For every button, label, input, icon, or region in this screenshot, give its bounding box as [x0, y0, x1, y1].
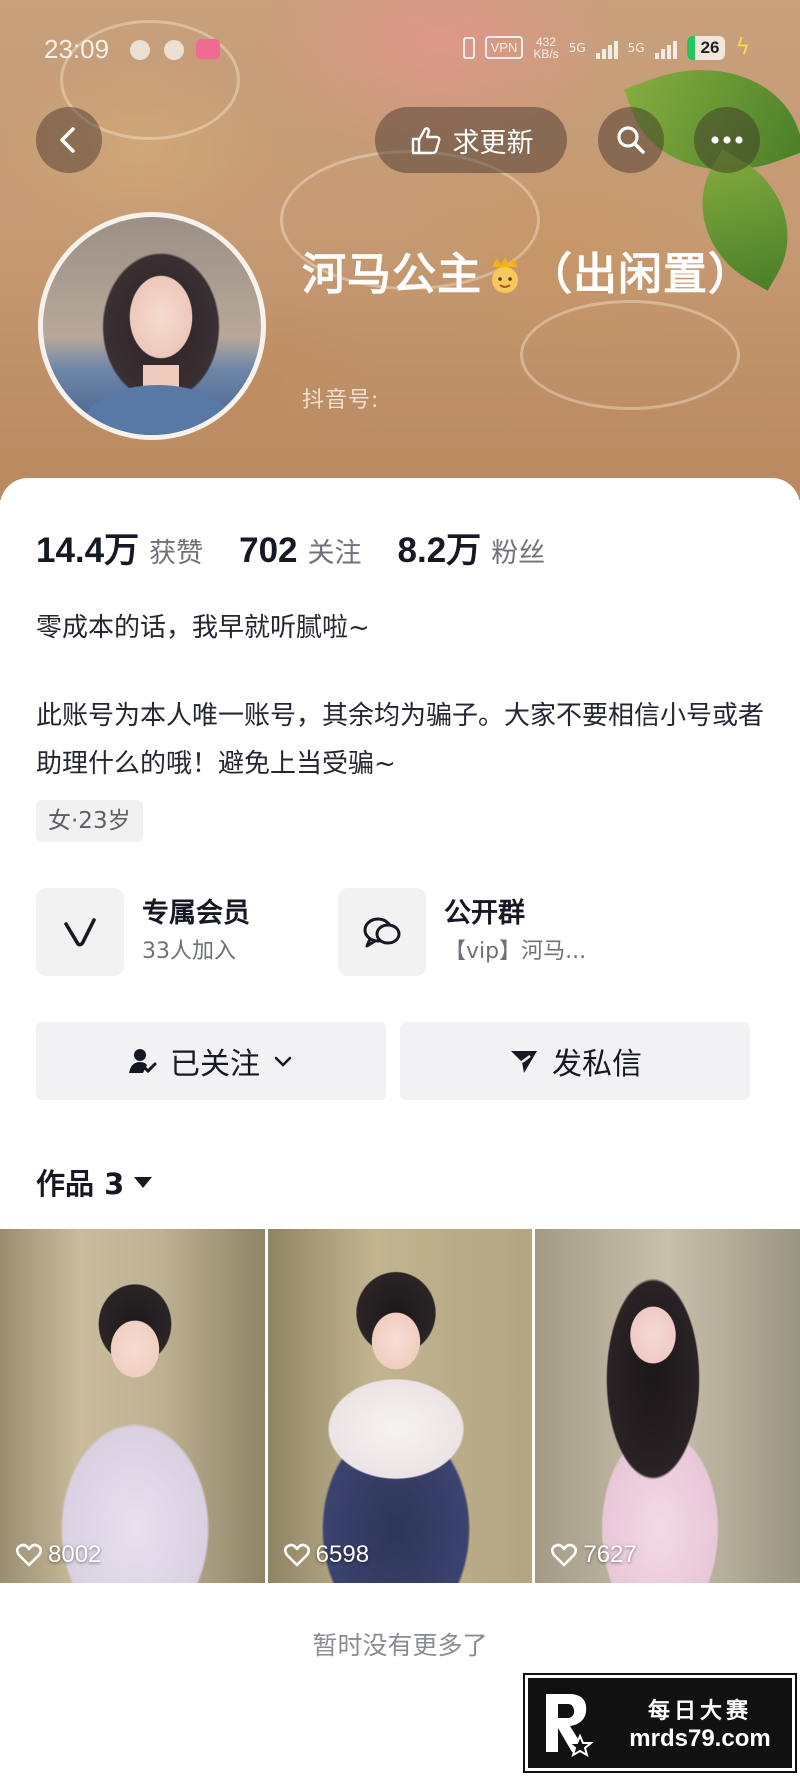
search-icon [617, 126, 645, 154]
chevron-down-icon [274, 1056, 292, 1067]
notification-icon [164, 40, 184, 60]
followed-button[interactable]: 已关注 [36, 1022, 386, 1100]
avatar[interactable] [38, 212, 266, 440]
heart-icon [16, 1543, 42, 1567]
search-button[interactable] [598, 107, 664, 173]
bio-line: 此账号为本人唯一账号，其余均为骗子。大家不要相信小号或者助理什么的哦！避免上当受… [36, 701, 765, 779]
princess-emoji-icon [492, 257, 518, 293]
request-update-label: 求更新 [452, 127, 534, 159]
exclusive-member-entry[interactable]: 专属会员 33人加入 [36, 888, 250, 976]
like-count: 6598 [283, 1541, 369, 1569]
signal-bars-icon [654, 37, 677, 59]
entry-subtitle: 【vip】河马... [444, 939, 587, 964]
watermark-title: 每日大赛 [647, 1699, 752, 1724]
stat-label: 关注 [307, 538, 362, 569]
stat-following[interactable]: 702 关注 [239, 531, 361, 571]
status-time: 23:09 [44, 34, 110, 64]
caret-down-icon [134, 1177, 153, 1188]
signal-label: 5G [627, 40, 645, 55]
stat-label: 获赞 [149, 538, 204, 569]
member-v-icon [36, 888, 124, 976]
stat-value: 8.2万 [397, 531, 482, 570]
send-message-button[interactable]: 发私信 [400, 1022, 750, 1100]
profile-stats: 14.4万 获赞 702 关注 8.2万 粉丝 [36, 522, 581, 573]
back-button[interactable] [36, 107, 102, 173]
followed-label: 已关注 [170, 1047, 260, 1082]
works-tab-label: 作品 3 [36, 1167, 125, 1201]
public-group-entry[interactable]: 公开群 【vip】河马... [338, 888, 586, 976]
net-speed: 432 KB/s [533, 34, 559, 61]
watermark-url: mrds79.com [629, 1725, 771, 1752]
heart-icon [551, 1543, 578, 1567]
chevron-left-icon [60, 127, 75, 153]
like-count: 7627 [551, 1541, 637, 1569]
site-watermark: 每日大赛 mrds79.com [523, 1673, 797, 1773]
profile-name-suffix: （出闲置） [528, 249, 753, 300]
status-bar: 23:09 VPN 432 KB/s 5G 5G 26 ϟ [0, 30, 800, 70]
send-message-label: 发私信 [552, 1047, 642, 1082]
douyin-id[interactable]: 抖音号: [302, 382, 379, 414]
like-count: 8002 [16, 1541, 101, 1569]
profile-name-text: 河马公主 [302, 249, 482, 300]
entry-subtitle: 33人加入 [142, 939, 236, 964]
profile-card: 14.4万 获赞 702 关注 8.2万 粉丝 零成本的话，我早就听腻啦~ 此账… [0, 478, 800, 1777]
watermark-logo-icon [528, 1678, 608, 1768]
stat-likes[interactable]: 14.4万 获赞 [36, 522, 203, 573]
more-button[interactable] [694, 107, 760, 173]
signal-label: 5G [568, 40, 586, 55]
signal-bars-icon [595, 37, 618, 59]
entry-title: 专属会员 [142, 898, 250, 929]
battery-icon: 26 [686, 35, 726, 60]
charging-icon: ϟ [735, 35, 750, 60]
works-grid: 8002 6598 7627 [0, 1229, 800, 1583]
water-ripple [520, 300, 740, 410]
app-notification-icon [196, 39, 220, 59]
vibrate-icon [462, 36, 475, 59]
no-more-text: 暂时没有更多了 [312, 1631, 488, 1660]
send-icon [511, 1051, 537, 1073]
video-thumbnail[interactable]: 7627 [535, 1229, 800, 1583]
pointing-hand-icon [411, 127, 440, 155]
video-thumbnail[interactable]: 8002 [0, 1229, 265, 1583]
notification-icon [130, 40, 150, 60]
more-dots-icon [711, 136, 743, 144]
video-thumbnail[interactable]: 6598 [267, 1229, 533, 1583]
user-check-icon [129, 1049, 157, 1074]
gender-age-tag: 女·23岁 [36, 800, 143, 842]
profile-header-banner: 23:09 VPN 432 KB/s 5G 5G 26 ϟ 求更新 河马公主 （… [0, 0, 800, 500]
stat-value: 702 [239, 531, 298, 570]
vpn-indicator: VPN [484, 36, 524, 59]
status-indicators: VPN 432 KB/s 5G 5G 26 ϟ [462, 34, 750, 61]
entry-title: 公开群 [444, 898, 525, 929]
group-chat-icon [338, 888, 426, 976]
request-update-button[interactable]: 求更新 [375, 107, 567, 173]
bio-line: 零成本的话，我早就听腻啦~ [36, 613, 370, 643]
tab-works[interactable]: 作品 3 [36, 1161, 154, 1203]
stat-label: 粉丝 [491, 538, 546, 569]
stat-value: 14.4万 [36, 531, 140, 570]
heart-icon [283, 1543, 310, 1567]
stat-followers[interactable]: 8.2万 粉丝 [398, 522, 546, 573]
profile-name: 河马公主 （出闲置） [302, 244, 772, 306]
